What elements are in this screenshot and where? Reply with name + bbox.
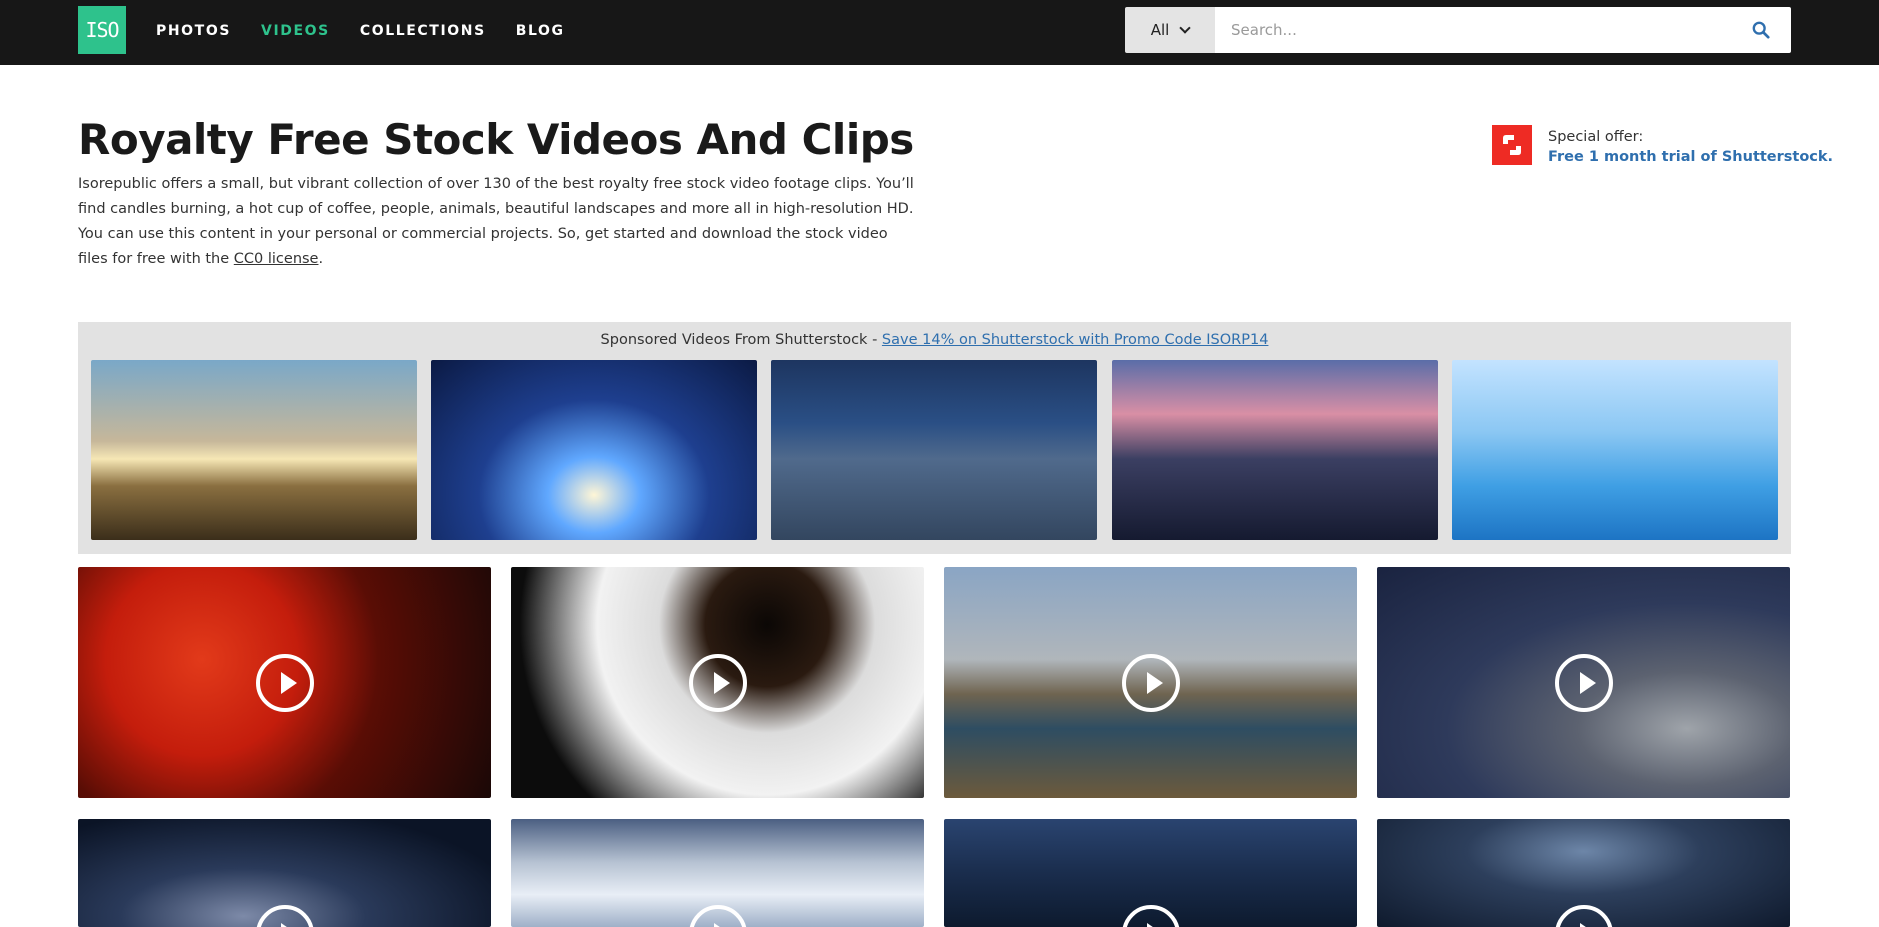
intro-end: .	[318, 251, 324, 267]
search-icon	[1752, 21, 1770, 39]
nav-collections[interactable]: COLLECTIONS	[360, 23, 486, 39]
video-card[interactable]	[511, 819, 924, 927]
nav-blog[interactable]: BLOG	[516, 23, 565, 39]
play-icon[interactable]	[1121, 653, 1180, 712]
offer-text: Special offer: Free 1 month trial of Shu…	[1548, 125, 1833, 167]
top-navbar: ISO PHOTOS VIDEOS COLLECTIONS BLOG All	[0, 0, 1879, 65]
search-bar: All	[1125, 7, 1791, 53]
nav-photos[interactable]: PHOTOS	[156, 23, 231, 39]
intro-paragraph: Isorepublic offers a small, but vibrant …	[78, 172, 918, 272]
play-icon[interactable]	[255, 905, 314, 927]
promo-code-link[interactable]: Save 14% on Shutterstock with Promo Code…	[882, 332, 1269, 348]
play-icon[interactable]	[1554, 905, 1613, 927]
page-title: Royalty Free Stock Videos And Clips	[78, 115, 914, 164]
play-icon[interactable]	[1554, 653, 1613, 712]
video-card[interactable]	[944, 819, 1357, 927]
play-icon[interactable]	[255, 653, 314, 712]
search-button[interactable]	[1731, 7, 1791, 53]
sponsored-thumbnail[interactable]	[431, 360, 757, 540]
video-card[interactable]	[78, 567, 491, 798]
chevron-down-icon	[1179, 22, 1191, 34]
nav-videos[interactable]: VIDEOS	[261, 23, 330, 39]
main-nav: PHOTOS VIDEOS COLLECTIONS BLOG	[156, 0, 595, 61]
search-scope-value: All	[1150, 21, 1170, 39]
sponsored-heading-text: Sponsored Videos From Shutterstock -	[600, 332, 882, 348]
video-card[interactable]	[1377, 567, 1790, 798]
sponsored-thumbnail[interactable]	[91, 360, 417, 540]
play-icon[interactable]	[688, 653, 747, 712]
video-card[interactable]	[511, 567, 924, 798]
sponsored-thumbnail[interactable]	[771, 360, 1097, 540]
video-card[interactable]	[944, 567, 1357, 798]
search-scope-select[interactable]: All	[1125, 7, 1215, 53]
sponsored-videos: Sponsored Videos From Shutterstock - Sav…	[78, 322, 1791, 554]
video-card[interactable]	[78, 819, 491, 927]
offer-label: Special offer:	[1548, 129, 1644, 145]
sponsored-thumbnail[interactable]	[1452, 360, 1778, 540]
site-logo[interactable]: ISO	[78, 6, 126, 54]
play-icon[interactable]	[688, 905, 747, 927]
search-input[interactable]	[1215, 7, 1731, 53]
play-icon[interactable]	[1121, 905, 1180, 927]
sponsored-heading: Sponsored Videos From Shutterstock - Sav…	[78, 332, 1791, 348]
shutterstock-trial-link[interactable]: Free 1 month trial of Shutterstock.	[1548, 147, 1833, 167]
special-offer: Special offer: Free 1 month trial of Shu…	[1492, 125, 1833, 167]
cc0-license-link[interactable]: CC0 license	[234, 251, 319, 267]
shutterstock-logo-icon[interactable]	[1492, 125, 1532, 165]
video-card[interactable]	[1377, 819, 1790, 927]
sponsored-thumbnail[interactable]	[1112, 360, 1438, 540]
intro-text: Isorepublic offers a small, but vibrant …	[78, 176, 914, 267]
